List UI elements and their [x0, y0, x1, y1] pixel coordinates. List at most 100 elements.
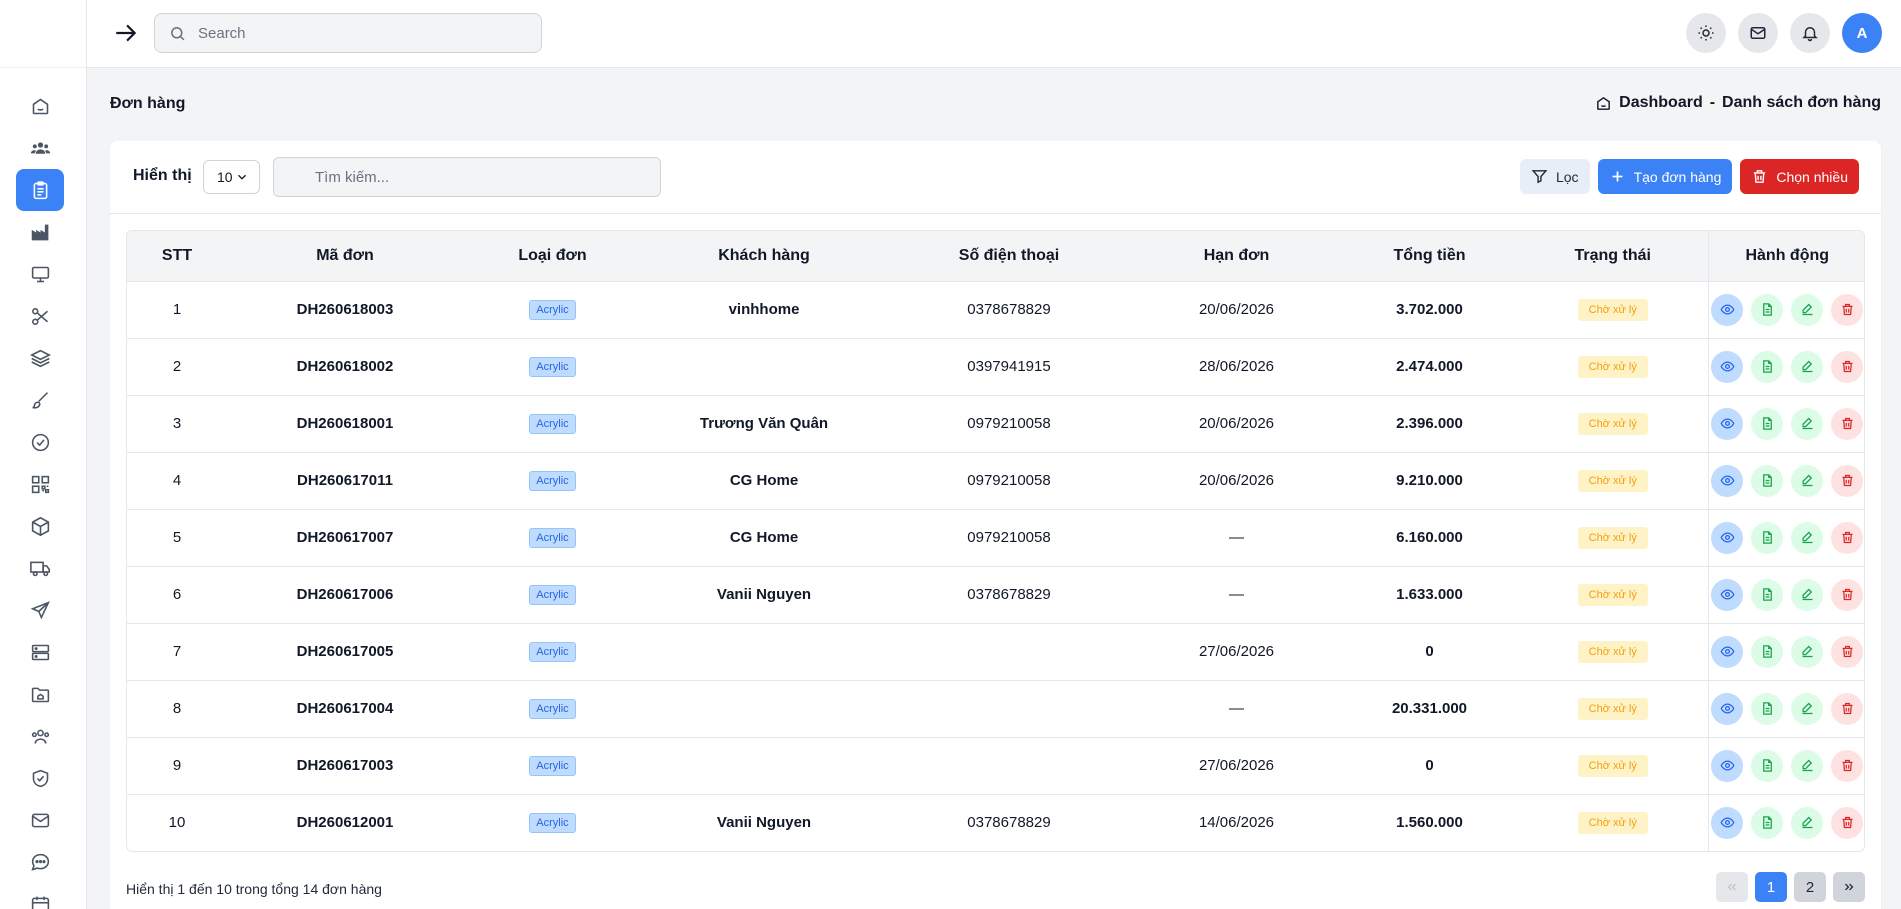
table-row[interactable]: 5 DH260617007 Acrylic CG Home 0979210058 — 6.1… — [127, 509, 1864, 566]
view-button[interactable] — [1711, 635, 1744, 668]
cell-status: Chờ xử lý — [1518, 509, 1708, 566]
edit-button[interactable] — [1791, 806, 1824, 839]
notifications-button[interactable] — [1790, 13, 1830, 53]
invoice-button[interactable] — [1751, 578, 1784, 611]
order-search-input[interactable] — [315, 168, 635, 186]
sidebar-item-mail[interactable] — [16, 799, 64, 841]
edit-button[interactable] — [1791, 464, 1824, 497]
prev-page-button[interactable] — [1716, 872, 1748, 902]
layers-icon — [29, 349, 51, 367]
invoice-button[interactable] — [1751, 692, 1784, 725]
view-button[interactable] — [1711, 521, 1744, 554]
invoice-button[interactable] — [1751, 806, 1784, 839]
sidebar-item-users[interactable] — [16, 127, 64, 169]
sidebar-item-paint[interactable] — [16, 379, 64, 421]
table-row[interactable]: 1 DH260618003 Acrylic vinhhome 0378678829 20/… — [127, 281, 1864, 338]
view-button[interactable] — [1711, 293, 1744, 326]
edit-icon — [1802, 645, 1813, 658]
edit-button[interactable] — [1791, 293, 1824, 326]
filter-button[interactable]: Lọc — [1519, 159, 1590, 194]
sidebar-item-home[interactable] — [16, 85, 64, 127]
invoice-button[interactable] — [1751, 635, 1784, 668]
sidebar-item-qr[interactable] — [16, 463, 64, 505]
delete-button[interactable] — [1831, 635, 1864, 668]
view-button[interactable] — [1711, 578, 1744, 611]
delete-button[interactable] — [1831, 350, 1864, 383]
sidebar-item-monitor[interactable] — [16, 253, 64, 295]
view-button[interactable] — [1711, 407, 1744, 440]
delete-button[interactable] — [1831, 578, 1864, 611]
table-row[interactable]: 3 DH260618001 Acrylic Trương Văn Quân 097921… — [127, 395, 1864, 452]
table-row[interactable]: 6 DH260617006 Acrylic Vanii Nguyen 037867882… — [127, 566, 1864, 623]
per-page-select[interactable]: 10 — [203, 160, 260, 194]
table-row[interactable]: 8 DH260617004 Acrylic — 20.331.000 Chờ xử lý — [127, 680, 1864, 737]
table-row[interactable]: 4 DH260617011 Acrylic CG Home 0979210058 20/0… — [127, 452, 1864, 509]
delete-button[interactable] — [1831, 464, 1864, 497]
cell-order-type: Acrylic — [463, 566, 642, 623]
view-button[interactable] — [1711, 806, 1744, 839]
edit-button[interactable] — [1791, 350, 1824, 383]
edit-button[interactable] — [1791, 692, 1824, 725]
delete-button[interactable] — [1831, 692, 1864, 725]
cell-stt: 9 — [172, 757, 182, 774]
page-button-2[interactable]: 2 — [1794, 872, 1826, 902]
edit-button[interactable] — [1791, 578, 1824, 611]
view-button[interactable] — [1711, 350, 1744, 383]
sidebar-item-send[interactable] — [16, 589, 64, 631]
create-order-button[interactable]: Tạo đơn hàng — [1597, 159, 1733, 194]
table-row[interactable]: 7 DH260617005 Acrylic 27/06/2026 0 Chờ xử lý — [127, 623, 1864, 680]
clipboard-icon — [33, 180, 47, 199]
user-avatar[interactable]: A — [1842, 13, 1882, 53]
invoice-button[interactable] — [1751, 749, 1784, 782]
cell-status: Chờ xử lý — [1518, 623, 1708, 680]
table-row[interactable]: 9 DH260617003 Acrylic 27/06/2026 0 Chờ xử lý — [127, 737, 1864, 794]
theme-toggle-button[interactable] — [1686, 13, 1726, 53]
team-icon — [31, 729, 49, 744]
orders-card: Hiển thị 10 Lọc Tạo đơn hàng Chọn nhiều — [110, 141, 1881, 909]
edit-button[interactable] — [1791, 407, 1824, 440]
order-search[interactable] — [273, 157, 661, 197]
cell-status: Chờ xử lý — [1518, 338, 1708, 395]
invoice-button[interactable] — [1751, 350, 1784, 383]
next-page-button[interactable] — [1833, 872, 1865, 902]
table-row[interactable]: 10 DH260612001 Acrylic Vanii Nguyen 03786788… — [127, 794, 1864, 851]
sidebar-item-delivery[interactable] — [16, 547, 64, 589]
edit-button[interactable] — [1791, 749, 1824, 782]
global-search[interactable] — [154, 13, 542, 53]
sidebar-item-server[interactable] — [16, 631, 64, 673]
delete-button[interactable] — [1831, 749, 1864, 782]
multi-select-button[interactable]: Chọn nhiều — [1740, 159, 1859, 194]
invoice-button[interactable] — [1751, 521, 1784, 554]
sidebar-item-team[interactable] — [16, 715, 64, 757]
delete-button[interactable] — [1831, 407, 1864, 440]
sidebar-item-products[interactable] — [16, 505, 64, 547]
sidebar-item-security[interactable] — [16, 757, 64, 799]
invoice-button[interactable] — [1751, 293, 1784, 326]
cell-stt: 2 — [172, 358, 182, 375]
invoice-button[interactable] — [1751, 407, 1784, 440]
invoice-button[interactable] — [1751, 464, 1784, 497]
sidebar-item-orders[interactable] — [16, 169, 64, 211]
delete-button[interactable] — [1831, 293, 1864, 326]
page-button-1[interactable]: 1 — [1755, 872, 1787, 902]
sidebar-item-chat[interactable] — [16, 841, 64, 883]
cell-due-date: 28/06/2026 — [1198, 358, 1275, 375]
breadcrumb-home-link[interactable]: Dashboard — [1619, 94, 1703, 112]
table-row[interactable]: 2 DH260618002 Acrylic 0397941915 28/06/2026 2… — [127, 338, 1864, 395]
sidebar-item-layers[interactable] — [16, 337, 64, 379]
edit-button[interactable] — [1791, 521, 1824, 554]
view-button[interactable] — [1711, 464, 1744, 497]
sidebar-item-storage[interactable] — [16, 673, 64, 715]
sidebar-item-cutting[interactable] — [16, 295, 64, 337]
sidebar-item-calendar[interactable] — [16, 883, 64, 909]
delete-button[interactable] — [1831, 806, 1864, 839]
sidebar-toggle-button[interactable] — [111, 18, 141, 48]
edit-button[interactable] — [1791, 635, 1824, 668]
view-button[interactable] — [1711, 749, 1744, 782]
delete-button[interactable] — [1831, 521, 1864, 554]
messages-button[interactable] — [1738, 13, 1778, 53]
sidebar-item-production[interactable] — [16, 211, 64, 253]
global-search-input[interactable] — [198, 24, 518, 42]
sidebar-item-approval[interactable] — [16, 421, 64, 463]
view-button[interactable] — [1711, 692, 1744, 725]
